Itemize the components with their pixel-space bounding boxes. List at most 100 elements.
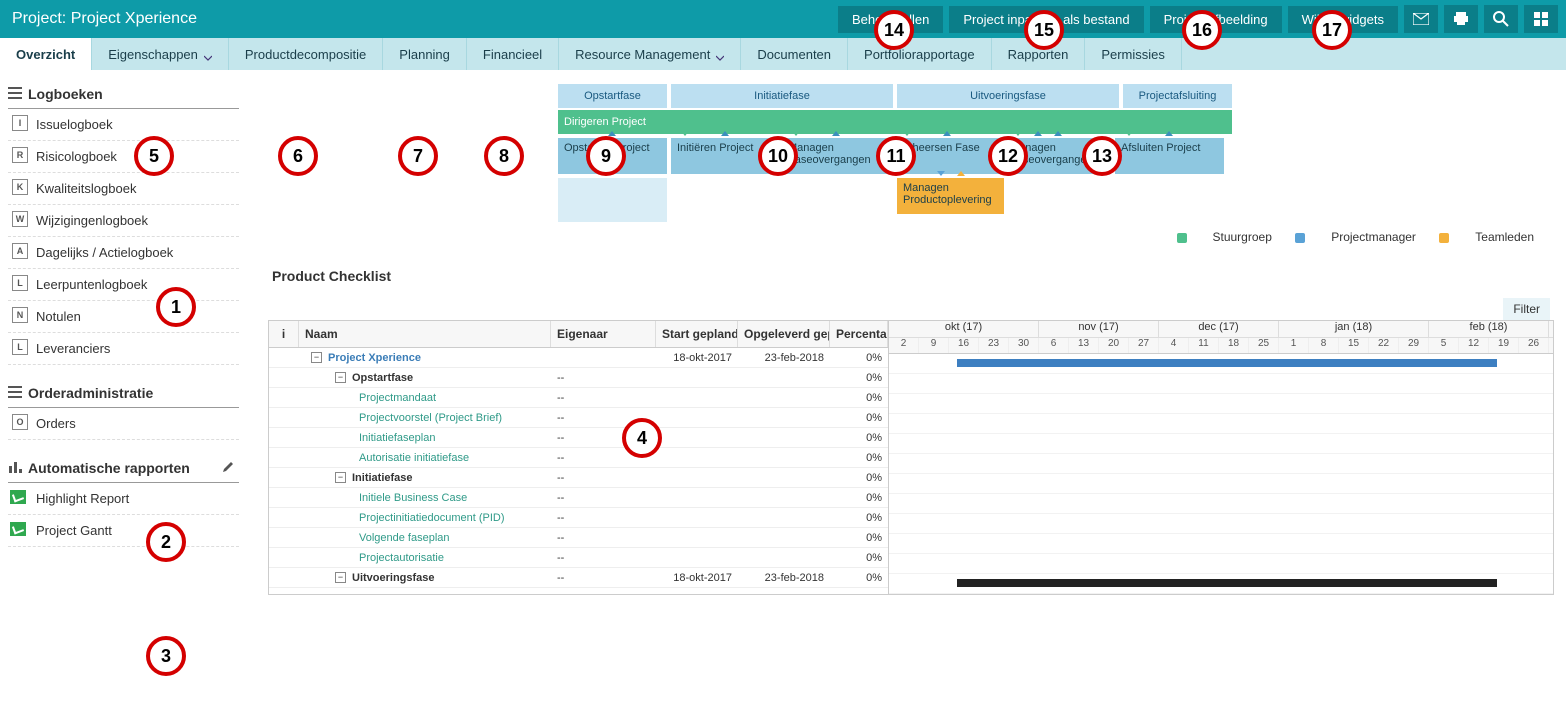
gantt-day: 12 [1459,338,1489,353]
tab-reports[interactable]: Rapporten [992,38,1086,70]
tab-financial[interactable]: Financieel [467,38,559,70]
phase-diagram: Opstartfase Initiatiefase Uitvoeringsfas… [558,84,1554,222]
row-name-link[interactable]: Opstartfase [352,372,413,384]
col-delivered[interactable]: Opgeleverd gepland [738,321,830,347]
tab-documents[interactable]: Documenten [741,38,848,70]
filter-button[interactable]: Filter [1503,298,1550,320]
tab-overview[interactable]: Overzicht [0,38,92,70]
sidebar-item-issuelog[interactable]: IIssuelogboek [8,109,239,141]
table-row[interactable]: Autorisatie initiatiefase--0% [269,448,888,468]
tree-toggle[interactable]: − [335,372,346,383]
table-row[interactable]: −Opstartfase--0% [269,368,888,388]
gantt-row [889,434,1553,454]
manage-roles-button[interactable]: Beheer rollen [838,6,943,33]
sidebar-item-label: Wijzigingenlogboek [36,213,148,228]
phase-box-initiating[interactable]: Initiëren Project [671,138,782,174]
gantt-day: 29 [1399,338,1429,353]
phase-box-product-delivery[interactable]: Managen Productoplevering [897,178,1008,214]
table-row[interactable]: Volgende faseplan--0% [269,528,888,548]
phase-header-execution[interactable]: Uitvoeringsfase [897,84,1123,108]
legend-steering-group: Stuurgroep [1177,230,1272,244]
sidebar-item-highlight-report[interactable]: Highlight Report [8,483,239,515]
row-name-link[interactable]: Projectinitiatiedocument (PID) [359,512,505,524]
row-name-link[interactable]: Initiele Business Case [359,492,467,504]
tab-properties[interactable]: Eigenschappen [92,38,229,70]
sidebar-item-suppliers[interactable]: LLeveranciers [8,333,239,365]
export-project-button[interactable]: Project inpakken als bestand [949,6,1143,33]
gantt-row [889,354,1553,374]
row-name-link[interactable]: Volgende faseplan [359,532,450,544]
phase-directing[interactable]: Dirigeren Project [558,110,1236,134]
table-row[interactable]: −Uitvoeringsfase--18-okt-201723-feb-2018… [269,568,888,588]
grid-icon[interactable] [1524,5,1558,33]
col-name[interactable]: Naam [299,321,551,347]
cell-percent: 0% [830,452,888,464]
tree-toggle[interactable]: − [311,352,322,363]
gantt-bar[interactable] [957,359,1497,367]
table-row[interactable]: Projectautorisatie--0% [269,548,888,568]
sidebar-item-qualitylog[interactable]: KKwaliteitslogboek [8,173,239,205]
sidebar-item-project-gantt[interactable]: Project Gantt [8,515,239,547]
table-row[interactable]: Initiatiefaseplan--0% [269,428,888,448]
sidebar-item-lessonslog[interactable]: LLeerpuntenlogboek [8,269,239,301]
sidebar-item-risklog[interactable]: RRisicologboek [8,141,239,173]
gantt-day: 5 [1429,338,1459,353]
table-row[interactable]: −Project Xperience18-okt-201723-feb-2018… [269,348,888,368]
sidebar-item-changelog[interactable]: WWijzigingenlogboek [8,205,239,237]
table-row[interactable]: −Initiatiefase--0% [269,468,888,488]
col-owner[interactable]: Eigenaar [551,321,656,347]
row-name-link[interactable]: Initiatiefase [352,472,413,484]
tree-toggle[interactable]: − [335,472,346,483]
row-name-link[interactable]: Projectmandaat [359,392,436,404]
row-name-link[interactable]: Initiatiefaseplan [359,432,435,444]
gantt-row [889,534,1553,554]
row-name-link[interactable]: Autorisatie initiatiefase [359,452,469,464]
col-start[interactable]: Start gepland [656,321,738,347]
sidebar-item-minutes[interactable]: NNotulen [8,301,239,333]
col-percent[interactable]: Percentage [830,321,888,347]
table-row[interactable]: Initiele Business Case--0% [269,488,888,508]
gantt-day: 22 [1369,338,1399,353]
phase-header-closure[interactable]: Projectafsluiting [1123,84,1236,108]
gantt-row [889,574,1553,594]
tree-toggle[interactable]: − [335,572,346,583]
cell-name: −Project Xperience [299,352,551,364]
print-icon[interactable] [1444,5,1478,33]
table-row[interactable]: Projectmandaat--0% [269,388,888,408]
phase-box-closing[interactable]: Afsluiten Project [1115,138,1228,174]
tab-financial-label: Financieel [483,47,542,62]
row-name-link[interactable]: Projectautorisatie [359,552,444,564]
table-row[interactable]: Projectvoorstel (Project Brief)--0% [269,408,888,428]
pencil-icon[interactable] [221,460,235,474]
row-name-link[interactable]: Uitvoeringsfase [352,572,435,584]
phase-header-startup[interactable]: Opstartfase [558,84,671,108]
table-row[interactable]: Projectinitiatiedocument (PID)--0% [269,508,888,528]
col-info[interactable]: i [269,321,299,347]
tab-planning[interactable]: Planning [383,38,467,70]
tab-permissions[interactable]: Permissies [1085,38,1182,70]
tab-properties-label: Eigenschappen [108,47,198,62]
gantt-bar[interactable] [957,579,1497,587]
cell-start: 18-okt-2017 [656,572,738,584]
project-image-button[interactable]: Project afbeelding [1150,6,1282,33]
phase-box-stage-transition-1[interactable]: Managen Faseovergangen [782,138,893,174]
tab-portfolio-report[interactable]: Portfoliorapportage [848,38,992,70]
phase-box-controlling[interactable]: Beheersen Fase [893,138,1004,174]
phase-box-starting[interactable]: Opstarten Project [558,138,671,174]
tab-resource-management[interactable]: Resource Management [559,38,741,70]
tab-resource-management-label: Resource Management [575,47,710,62]
row-name-link[interactable]: Project Xperience [328,352,421,364]
phase-box-label: Managen Productoplevering [903,182,992,206]
tab-product-decomposition[interactable]: Productdecompositie [229,38,383,70]
phase-header-initiation[interactable]: Initiatiefase [671,84,897,108]
cell-name: −Initiatiefase [299,472,551,484]
sidebar-item-orders[interactable]: OOrders [8,408,239,440]
gantt-day: 9 [919,338,949,353]
search-icon[interactable] [1484,5,1518,33]
edit-widgets-button[interactable]: Wijzig widgets [1288,6,1398,33]
sidebar-item-dailylog[interactable]: ADagelijks / Actielogboek [8,237,239,269]
row-name-link[interactable]: Projectvoorstel (Project Brief) [359,412,502,424]
mail-icon[interactable] [1404,5,1438,33]
phase-box-stage-transition-2[interactable]: Managen Faseovergangen [1004,138,1115,174]
cell-owner: -- [551,532,656,544]
